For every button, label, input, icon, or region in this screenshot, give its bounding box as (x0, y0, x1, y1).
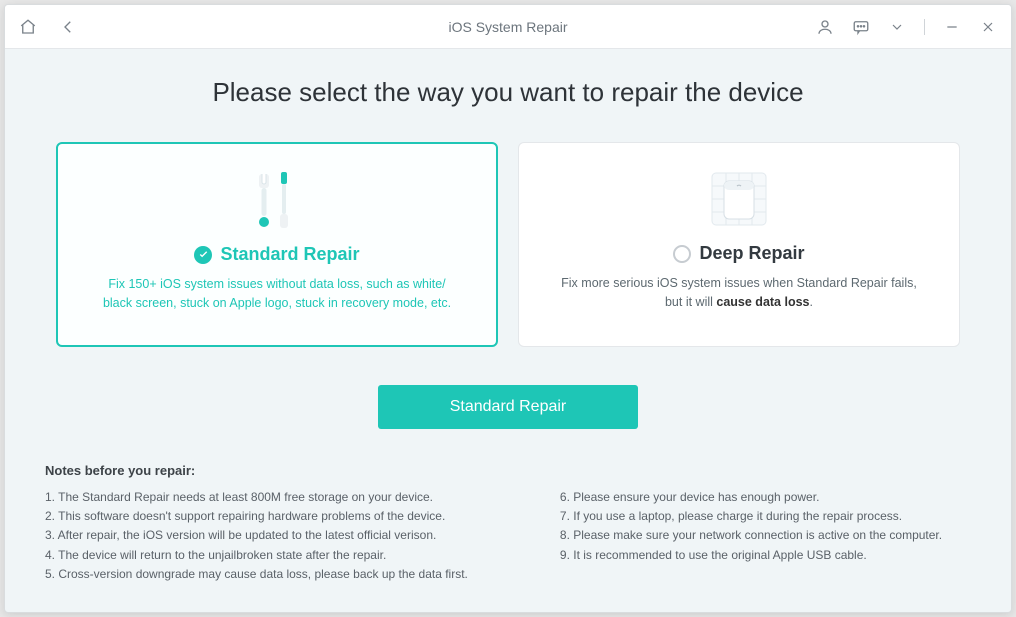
notes-left-column: 1. The Standard Repair needs at least 80… (45, 488, 468, 584)
note-item: 4. The device will return to the unjailb… (45, 546, 468, 565)
notes-right-column: 6. Please ensure your device has enough … (560, 488, 942, 584)
action-row: Standard Repair (45, 385, 971, 429)
check-circle-icon (194, 246, 212, 264)
deep-repair-card[interactable]: Deep Repair Fix more serious iOS system … (518, 142, 960, 347)
user-icon[interactable] (816, 18, 834, 36)
note-item: 1. The Standard Repair needs at least 80… (45, 488, 468, 507)
note-item: 8. Please make sure your network connect… (560, 526, 942, 545)
standard-repair-button[interactable]: Standard Repair (378, 385, 638, 429)
unchecked-circle-icon (673, 245, 691, 263)
close-icon[interactable] (979, 18, 997, 36)
titlebar: iOS System Repair (5, 5, 1011, 49)
note-item: 6. Please ensure your device has enough … (560, 488, 942, 507)
device-chip-icon (704, 165, 774, 235)
standard-repair-card[interactable]: Standard Repair Fix 150+ iOS system issu… (56, 142, 498, 347)
app-window: iOS System Repair Please select the way … (4, 4, 1012, 613)
standard-repair-title: Standard Repair (220, 244, 359, 265)
note-item: 3. After repair, the iOS version will be… (45, 526, 468, 545)
note-item: 9. It is recommended to use the original… (560, 546, 942, 565)
titlebar-left (19, 18, 77, 36)
note-item: 7. If you use a laptop, please charge it… (560, 507, 942, 526)
card-title-row: Standard Repair (194, 244, 359, 265)
separator (924, 19, 925, 35)
titlebar-right (816, 18, 997, 36)
notes-title: Notes before you repair: (45, 463, 971, 478)
note-item: 5. Cross-version downgrade may cause dat… (45, 565, 468, 584)
deep-repair-desc: Fix more serious iOS system issues when … (561, 274, 917, 312)
wrench-screwdriver-icon (249, 166, 305, 236)
note-item: 2. This software doesn't support repairi… (45, 507, 468, 526)
main-content: Please select the way you want to repair… (5, 49, 1011, 612)
minimize-icon[interactable] (943, 18, 961, 36)
card-title-row: Deep Repair (673, 243, 804, 264)
home-icon[interactable] (19, 18, 37, 36)
repair-options: Standard Repair Fix 150+ iOS system issu… (45, 142, 971, 347)
back-icon[interactable] (59, 18, 77, 36)
notes-section: Notes before you repair: 1. The Standard… (45, 463, 971, 584)
deep-repair-title: Deep Repair (699, 243, 804, 264)
notes-columns: 1. The Standard Repair needs at least 80… (45, 488, 971, 584)
page-heading: Please select the way you want to repair… (45, 77, 971, 108)
feedback-icon[interactable] (852, 18, 870, 36)
chevron-down-icon[interactable] (888, 18, 906, 36)
standard-repair-desc: Fix 150+ iOS system issues without data … (103, 275, 451, 313)
